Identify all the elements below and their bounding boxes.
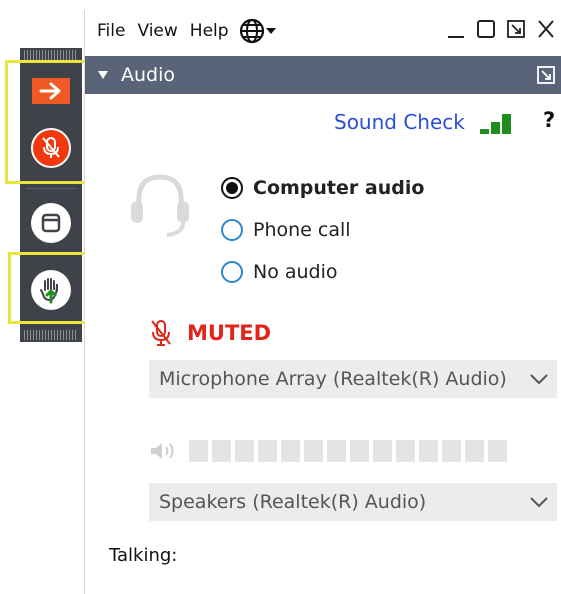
- sound-check-link[interactable]: Sound Check: [334, 110, 465, 134]
- radio-label: Phone call: [253, 219, 351, 241]
- audio-window: File View Help Audio Sound Check ? Compu…: [84, 10, 561, 594]
- popout-icon[interactable]: [506, 18, 526, 40]
- maximize-icon[interactable]: [476, 18, 496, 40]
- speaker-icon: [151, 443, 174, 459]
- radio-no-audio[interactable]: No audio: [221, 261, 338, 283]
- speaker-select[interactable]: Speakers (Realtek(R) Audio): [149, 483, 557, 521]
- globe-icon: [239, 18, 264, 44]
- mic-muted-icon: [151, 320, 171, 346]
- radio-button[interactable]: [221, 177, 243, 199]
- chevron-down-icon: [530, 374, 548, 385]
- audio-section-header[interactable]: Audio: [85, 56, 561, 94]
- radio-label: No audio: [253, 261, 338, 283]
- muted-indicator: MUTED: [149, 319, 271, 347]
- muted-label: MUTED: [187, 321, 272, 345]
- radio-button[interactable]: [221, 261, 243, 283]
- popout-icon[interactable]: [536, 65, 556, 85]
- radio-button[interactable]: [221, 219, 243, 241]
- speaker-level-meter: [189, 440, 507, 462]
- chevron-down-icon: [265, 28, 276, 34]
- menu-view[interactable]: View: [137, 21, 177, 41]
- headset-icon: [131, 174, 189, 237]
- radio-phone-call[interactable]: Phone call: [221, 219, 351, 241]
- audio-help-button[interactable]: ?: [543, 108, 555, 132]
- speaker-select-value: Speakers (Realtek(R) Audio): [159, 491, 427, 513]
- toolbar-grip-top[interactable]: [24, 50, 78, 60]
- speaker-level-row: [149, 440, 507, 462]
- language-menu[interactable]: [239, 18, 277, 44]
- window-icon: [41, 213, 61, 233]
- menu-file[interactable]: File: [97, 21, 125, 41]
- chevron-down-icon: [530, 497, 548, 508]
- toolbar-divider: [26, 188, 76, 189]
- menu-help[interactable]: Help: [190, 21, 229, 41]
- signal-bars-icon: [480, 114, 511, 134]
- show-panel-button[interactable]: [31, 203, 71, 243]
- microphone-select-value: Microphone Array (Realtek(R) Audio): [159, 368, 507, 390]
- window-controls: [446, 18, 556, 40]
- audio-header-title: Audio: [121, 64, 176, 86]
- radio-computer-audio[interactable]: Computer audio: [221, 177, 424, 199]
- radio-label: Computer audio: [253, 177, 425, 199]
- minimize-icon[interactable]: [446, 18, 466, 40]
- collapse-triangle-icon: [98, 71, 108, 79]
- menu-bar: File View Help: [85, 10, 561, 52]
- talking-label: Talking:: [109, 545, 178, 566]
- microphone-select[interactable]: Microphone Array (Realtek(R) Audio): [149, 360, 557, 398]
- close-icon[interactable]: [536, 18, 556, 40]
- toolbar-grip-bottom[interactable]: [24, 330, 78, 340]
